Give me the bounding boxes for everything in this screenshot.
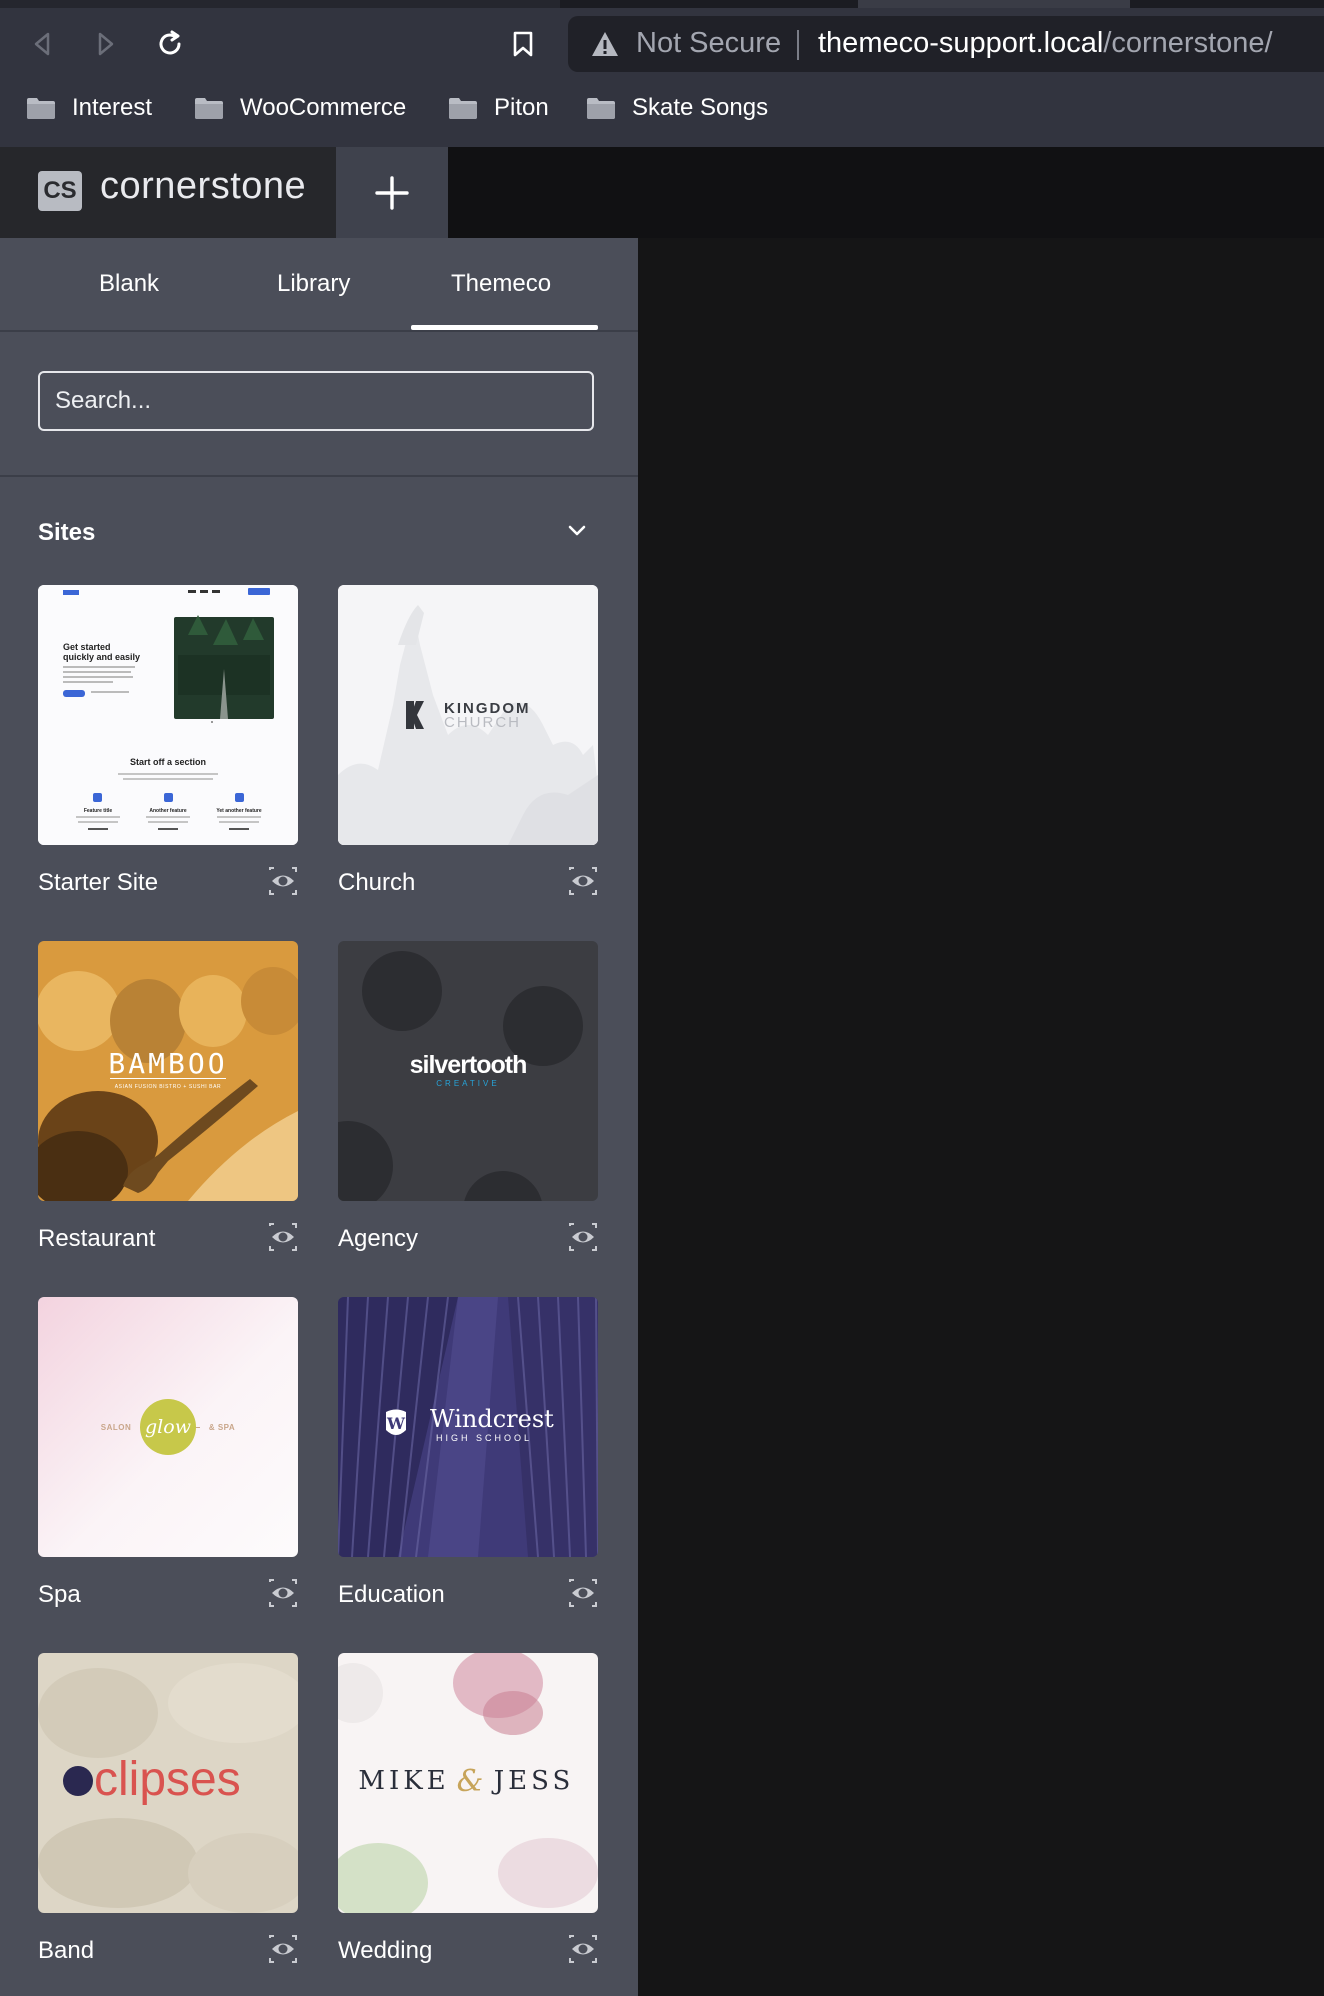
bookmark-piton[interactable]: Piton (448, 90, 549, 126)
site-label-wedding[interactable]: Wedding (338, 1937, 432, 1965)
url-path: /cornerstone/ (1103, 27, 1273, 59)
starter-headline-1: Get started (63, 642, 111, 652)
spa-right: & SPA (209, 1423, 235, 1432)
starter-feature-2: Another feature (149, 808, 186, 814)
site-label-education[interactable]: Education (338, 1581, 445, 1609)
browser-chrome: Not Secure themeco-support.local/corners… (0, 0, 1324, 147)
restaurant-name: BAMBOO (108, 1047, 227, 1080)
bookmark-icon (513, 31, 533, 57)
preview-eye-icon[interactable] (268, 1934, 298, 1964)
site-label-restaurant[interactable]: Restaurant (38, 1225, 155, 1253)
agency-preview: silvertooth CREATIVE (338, 941, 598, 1201)
reload-icon (159, 30, 181, 55)
site-thumb-spa[interactable]: SALON glow & SPA (38, 1297, 298, 1557)
reload-button[interactable] (152, 26, 188, 62)
browser-tab-strip (0, 0, 1324, 8)
tab-themeco[interactable]: Themeco (451, 270, 551, 298)
cornerstone-logo-icon: CS (38, 171, 82, 211)
agency-sub: CREATIVE (436, 1079, 499, 1088)
band-preview: clipses (38, 1653, 298, 1913)
bookmark-label: Skate Songs (632, 94, 769, 121)
app-bar: CS cornerstone (0, 147, 1324, 238)
active-tab-indicator (411, 325, 598, 330)
tab-library[interactable]: Library (277, 270, 350, 298)
site-thumb-restaurant[interactable]: BAMBOO ASIAN FUSION BISTRO + SUSHI BAR (38, 941, 298, 1201)
wedding-left: MIKE (358, 1766, 449, 1796)
bookmark-woocommerce[interactable]: WooCommerce (194, 90, 406, 126)
wedding-preview: MIKE & JESS (338, 1653, 598, 1913)
bookmark-skate-songs[interactable]: Skate Songs (586, 90, 768, 126)
preview-canvas[interactable] (638, 238, 1324, 1996)
tab-bar: Blank Library Themeco (0, 238, 638, 332)
education-crest-letter: W (386, 1414, 406, 1433)
url-host: themeco-support.local (818, 27, 1104, 59)
folder-icon (26, 96, 56, 120)
spa-preview: SALON glow & SPA (38, 1297, 298, 1557)
template-sidebar: Blank Library Themeco Sites Get started … (0, 238, 638, 1996)
site-label-spa[interactable]: Spa (38, 1581, 81, 1609)
preview-eye-icon[interactable] (568, 1934, 598, 1964)
preview-eye-icon[interactable] (568, 1222, 598, 1252)
chevron-down-icon[interactable] (564, 518, 590, 544)
education-sub: HIGH SCHOOL (436, 1433, 532, 1443)
church-line-2: CHURCH (444, 714, 521, 731)
tab-blank[interactable]: Blank (99, 270, 159, 298)
bookmark-interest[interactable]: Interest (26, 90, 152, 126)
search-input[interactable] (38, 371, 594, 431)
preview-eye-icon[interactable] (268, 866, 298, 896)
back-arrow-icon (34, 32, 50, 56)
site-label-agency[interactable]: Agency (338, 1225, 418, 1253)
site-label-band[interactable]: Band (38, 1937, 94, 1965)
site-thumb-starter[interactable]: Get started quickly and easily Start off… (38, 585, 298, 845)
preview-eye-icon[interactable] (268, 1222, 298, 1252)
agency-name: silvertooth (410, 1051, 527, 1079)
plus-icon (375, 175, 409, 210)
education-preview: W Windcrest HIGH SCHOOL (338, 1297, 598, 1557)
section-divider (0, 475, 638, 477)
wedding-right: JESS (491, 1766, 575, 1796)
brand[interactable]: CS cornerstone (0, 147, 336, 238)
site-label-starter[interactable]: Starter Site (38, 869, 158, 897)
site-thumb-agency[interactable]: silvertooth CREATIVE (338, 941, 598, 1201)
section-title: Sites (38, 519, 96, 546)
site-thumb-church[interactable]: KINGDOM CHURCH (338, 585, 598, 845)
back-button[interactable] (24, 26, 60, 62)
site-thumb-wedding[interactable]: MIKE & JESS (338, 1653, 598, 1913)
address-separator (797, 30, 799, 60)
starter-preview: Get started quickly and easily Start off… (38, 585, 298, 845)
band-name: clipses (94, 1753, 241, 1806)
bookmark-label: Piton (494, 94, 549, 121)
address-bar[interactable]: Not Secure themeco-support.local/corners… (568, 16, 1324, 72)
starter-feature-1: Feature title (84, 808, 113, 814)
preview-eye-icon[interactable] (268, 1578, 298, 1608)
bookmark-label: WooCommerce (240, 94, 407, 121)
site-thumb-band[interactable]: clipses (38, 1653, 298, 1913)
forward-button[interactable] (88, 26, 124, 62)
url-text[interactable]: themeco-support.local/cornerstone/ (818, 27, 1273, 60)
brand-name: cornerstone (100, 165, 307, 207)
spa-left: SALON (101, 1423, 132, 1432)
folder-icon (586, 96, 616, 120)
site-thumb-education[interactable]: W Windcrest HIGH SCHOOL (338, 1297, 598, 1557)
restaurant-preview: BAMBOO ASIAN FUSION BISTRO + SUSHI BAR (38, 941, 298, 1201)
site-label-church[interactable]: Church (338, 869, 415, 897)
church-preview: KINGDOM CHURCH (338, 585, 598, 845)
wedding-amp: & (457, 1764, 484, 1799)
starter-feature-3: Yet another feature (216, 808, 262, 814)
warning-icon (592, 32, 618, 56)
bookmark-button[interactable] (505, 26, 541, 62)
new-button[interactable] (336, 147, 448, 238)
restaurant-tagline: ASIAN FUSION BISTRO + SUSHI BAR (115, 1084, 222, 1090)
folder-icon (448, 96, 478, 120)
preview-eye-icon[interactable] (568, 866, 598, 896)
forward-arrow-icon (98, 32, 114, 56)
security-label[interactable]: Not Secure (636, 27, 781, 60)
folder-icon (194, 96, 224, 120)
starter-headline-2: quickly and easily (63, 652, 140, 662)
education-name: Windcrest (430, 1405, 554, 1433)
preview-eye-icon[interactable] (568, 1578, 598, 1608)
spa-center: glow (145, 1416, 191, 1438)
bookmark-label: Interest (72, 94, 153, 121)
starter-section-title: Start off a section (130, 757, 206, 767)
